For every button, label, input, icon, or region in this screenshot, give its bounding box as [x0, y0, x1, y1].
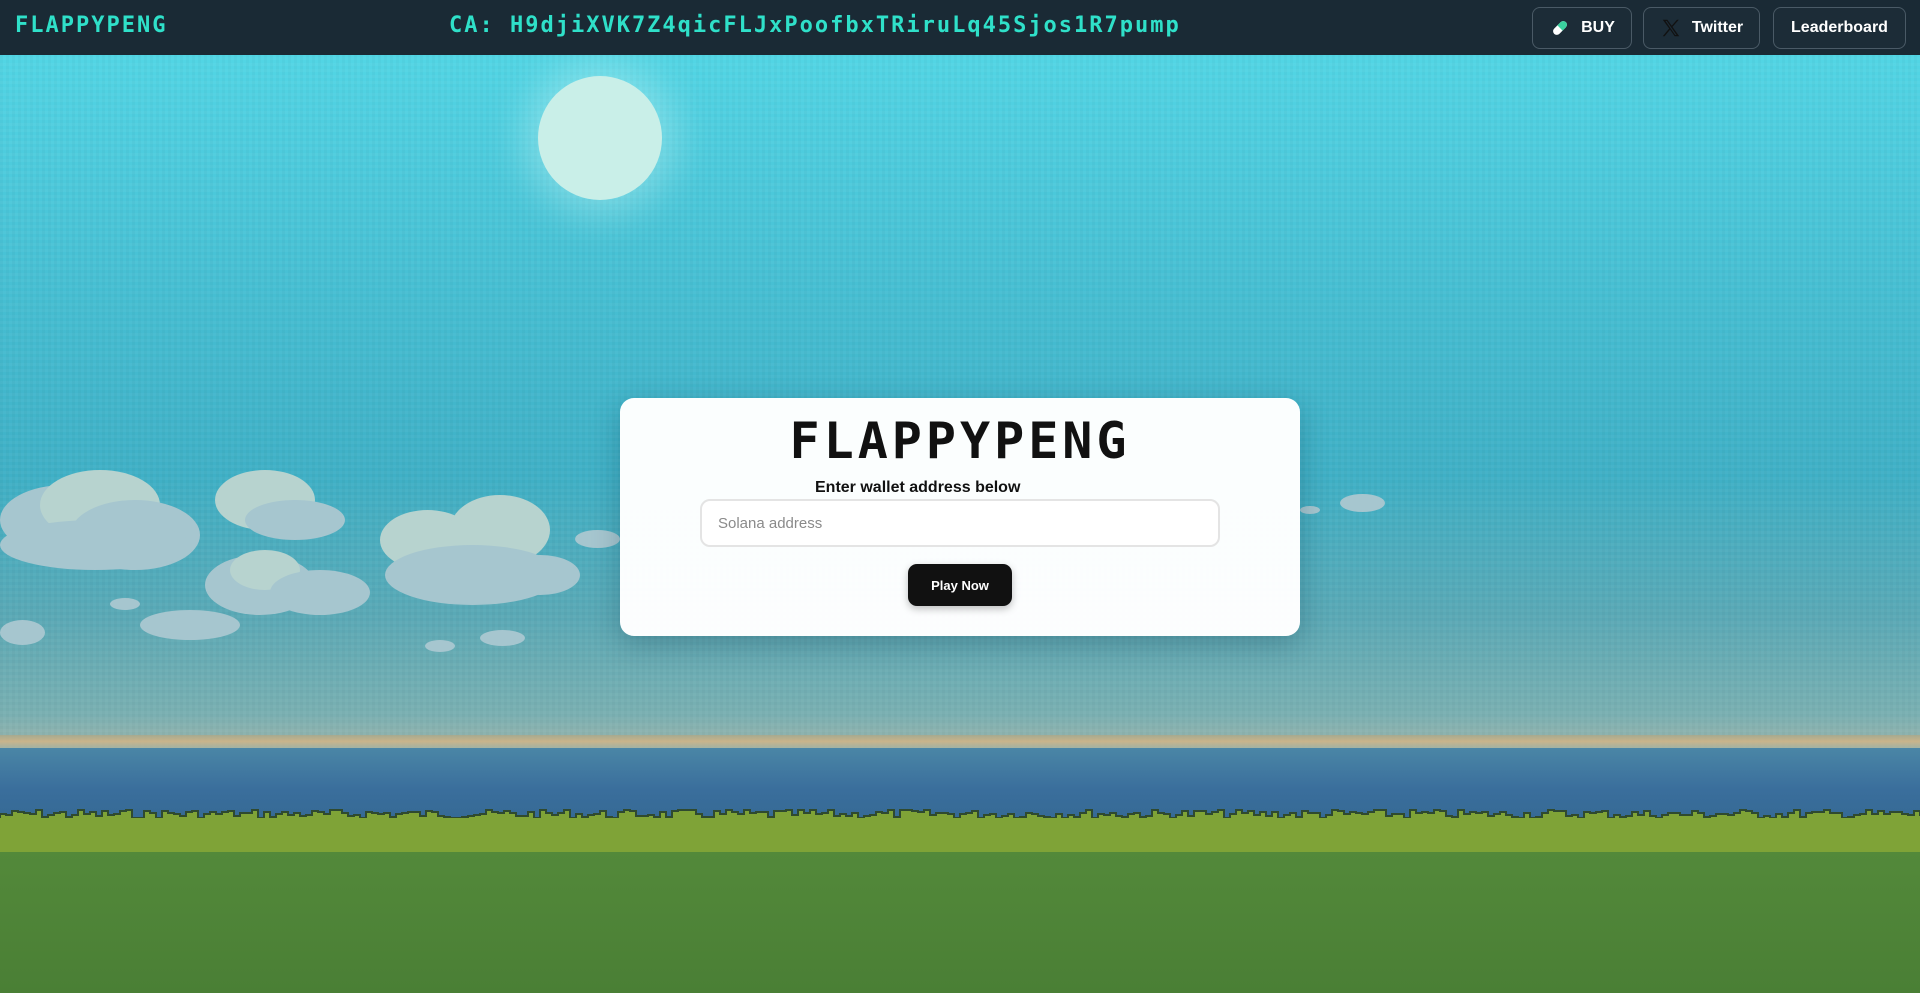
buy-button[interactable]: BUY [1532, 7, 1632, 49]
cloud [270, 570, 370, 615]
cloud [425, 640, 455, 652]
cloud [1340, 494, 1385, 512]
game-title: FLAPPYPENG [789, 412, 1131, 470]
brand-logo[interactable]: FLAPPYPENG [15, 13, 167, 38]
leaderboard-label: Leaderboard [1791, 19, 1888, 36]
wallet-address-input[interactable] [700, 499, 1220, 547]
leaderboard-button[interactable]: Leaderboard [1773, 7, 1906, 49]
cloud [1300, 506, 1320, 514]
cloud [480, 630, 525, 646]
play-now-button[interactable]: Play Now [908, 564, 1012, 606]
wallet-label: Enter wallet address below [815, 479, 1021, 496]
pill-icon [1553, 21, 1568, 35]
top-header: FLAPPYPENG CA: H9djiXVK7Z4qicFLJxPoofbxT… [0, 0, 1920, 55]
cloud [0, 520, 190, 570]
cloud [245, 500, 345, 540]
cloud [575, 530, 620, 548]
cloud [140, 610, 240, 640]
buy-label: BUY [1581, 19, 1615, 36]
twitter-label: Twitter [1691, 19, 1744, 36]
horizon [0, 735, 1920, 749]
twitter-button[interactable]: Twitter [1643, 7, 1760, 49]
login-card: FLAPPYPENG Enter wallet address below Pl… [620, 398, 1300, 636]
cloud [500, 555, 580, 595]
cloud [110, 598, 140, 610]
ground [0, 852, 1920, 993]
sun [538, 76, 662, 200]
contract-address[interactable]: CA: H9djiXVK7Z4qicFLJxPoofbxTRiruLq45Sjo… [449, 13, 1181, 38]
x-logo-icon [1662, 19, 1680, 37]
cloud [0, 620, 45, 645]
